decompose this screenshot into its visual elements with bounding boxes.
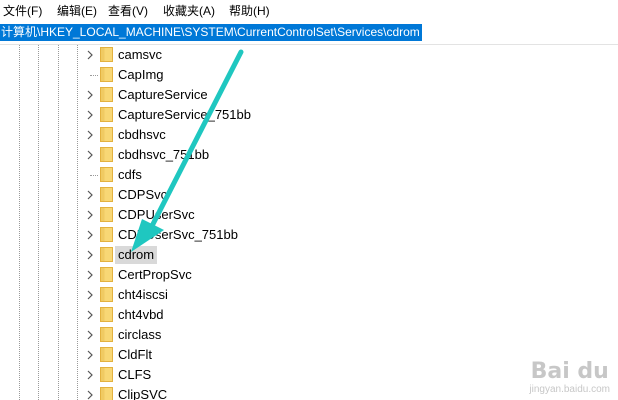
chevron-right-icon[interactable]: [84, 309, 96, 321]
tree-item-label[interactable]: CapImg: [115, 66, 167, 84]
chevron-right-icon[interactable]: [84, 109, 96, 121]
tree-item-label[interactable]: cbdhsvc: [115, 126, 169, 144]
folder-icon: [100, 67, 113, 82]
chevron-right-icon[interactable]: [84, 289, 96, 301]
chevron-right-icon[interactable]: [84, 89, 96, 101]
folder-icon: [100, 227, 113, 242]
tree-item-label[interactable]: ClipSVC: [115, 386, 170, 400]
tree-item[interactable]: cdfs: [0, 165, 618, 185]
tree-item[interactable]: CLFS: [0, 365, 618, 385]
folder-icon: [100, 207, 113, 222]
menu-file[interactable]: 文件(F): [3, 3, 42, 19]
tree-item[interactable]: CldFlt: [0, 345, 618, 365]
folder-icon: [100, 247, 113, 262]
chevron-right-icon[interactable]: [84, 389, 96, 400]
folder-icon: [100, 87, 113, 102]
folder-icon: [100, 347, 113, 362]
tree-item[interactable]: CDPSvc: [0, 185, 618, 205]
chevron-right-icon[interactable]: [84, 49, 96, 61]
address-bar[interactable]: 计算机\HKEY_LOCAL_MACHINE\SYSTEM\CurrentCon…: [0, 22, 618, 45]
tree-item-label[interactable]: CaptureService_751bb: [115, 106, 254, 124]
folder-icon: [100, 387, 113, 400]
tree-item-label[interactable]: CertPropSvc: [115, 266, 195, 284]
tree-item-label[interactable]: cdrom: [115, 246, 158, 264]
folder-icon: [100, 307, 113, 322]
menu-edit[interactable]: 编辑(E): [57, 3, 97, 19]
tree-item-label[interactable]: cht4vbd: [115, 306, 167, 324]
tree-item-label[interactable]: CDPUserSvc: [115, 206, 198, 224]
folder-icon: [100, 187, 113, 202]
tree-item[interactable]: CDPUserSvc_751bb: [0, 225, 618, 245]
tree-item-label[interactable]: CDPUserSvc_751bb: [115, 226, 241, 244]
folder-icon: [100, 47, 113, 62]
tree-item[interactable]: cht4iscsi: [0, 285, 618, 305]
folder-icon: [100, 267, 113, 282]
tree-item-label[interactable]: cht4iscsi: [115, 286, 171, 304]
tree-item-label[interactable]: CldFlt: [115, 346, 155, 364]
folder-icon: [100, 147, 113, 162]
menu-bar: 文件(F) 编辑(E) 查看(V) 收藏夹(A) 帮助(H): [0, 0, 618, 22]
folder-icon: [100, 287, 113, 302]
tree-item[interactable]: cbdhsvc_751bb: [0, 145, 618, 165]
chevron-right-icon[interactable]: [84, 269, 96, 281]
chevron-right-icon[interactable]: [84, 329, 96, 341]
tree-item[interactable]: circlass: [0, 325, 618, 345]
chevron-right-icon[interactable]: [84, 229, 96, 241]
tree-item[interactable]: ClipSVC: [0, 385, 618, 400]
chevron-right-icon[interactable]: [84, 209, 96, 221]
folder-icon: [100, 367, 113, 382]
chevron-right-icon[interactable]: [84, 349, 96, 361]
tree-connector-line: [90, 75, 98, 76]
menu-help[interactable]: 帮助(H): [229, 3, 270, 19]
tree-item-label[interactable]: CDPSvc: [115, 186, 170, 204]
tree-item[interactable]: cht4vbd: [0, 305, 618, 325]
chevron-right-icon[interactable]: [84, 369, 96, 381]
tree-item[interactable]: CertPropSvc: [0, 265, 618, 285]
tree-item-label[interactable]: circlass: [115, 326, 164, 344]
registry-tree[interactable]: camsvc CapImg CaptureService CaptureService…: [0, 45, 618, 400]
chevron-right-icon[interactable]: [84, 129, 96, 141]
tree-item-label[interactable]: cbdhsvc_751bb: [115, 146, 212, 164]
tree-item[interactable]: CDPUserSvc: [0, 205, 618, 225]
tree-item[interactable]: cbdhsvc: [0, 125, 618, 145]
tree-item-label[interactable]: camsvc: [115, 46, 165, 64]
tree-item-label[interactable]: CLFS: [115, 366, 154, 384]
folder-icon: [100, 167, 113, 182]
folder-icon: [100, 327, 113, 342]
tree-item[interactable]: CapImg: [0, 65, 618, 85]
address-path[interactable]: 计算机\HKEY_LOCAL_MACHINE\SYSTEM\CurrentCon…: [0, 24, 422, 41]
tree-item-label[interactable]: cdfs: [115, 166, 145, 184]
tree-item[interactable]: CaptureService_751bb: [0, 105, 618, 125]
tree-item[interactable]: cdrom: [0, 245, 618, 265]
chevron-right-icon[interactable]: [84, 149, 96, 161]
tree-item[interactable]: CaptureService: [0, 85, 618, 105]
folder-icon: [100, 107, 113, 122]
tree-item-label[interactable]: CaptureService: [115, 86, 211, 104]
menu-favorites[interactable]: 收藏夹(A): [163, 3, 215, 19]
folder-icon: [100, 127, 113, 142]
tree-item[interactable]: camsvc: [0, 45, 618, 65]
chevron-right-icon[interactable]: [84, 189, 96, 201]
menu-view[interactable]: 查看(V): [108, 3, 148, 19]
tree-connector-line: [90, 175, 98, 176]
chevron-right-icon[interactable]: [84, 249, 96, 261]
